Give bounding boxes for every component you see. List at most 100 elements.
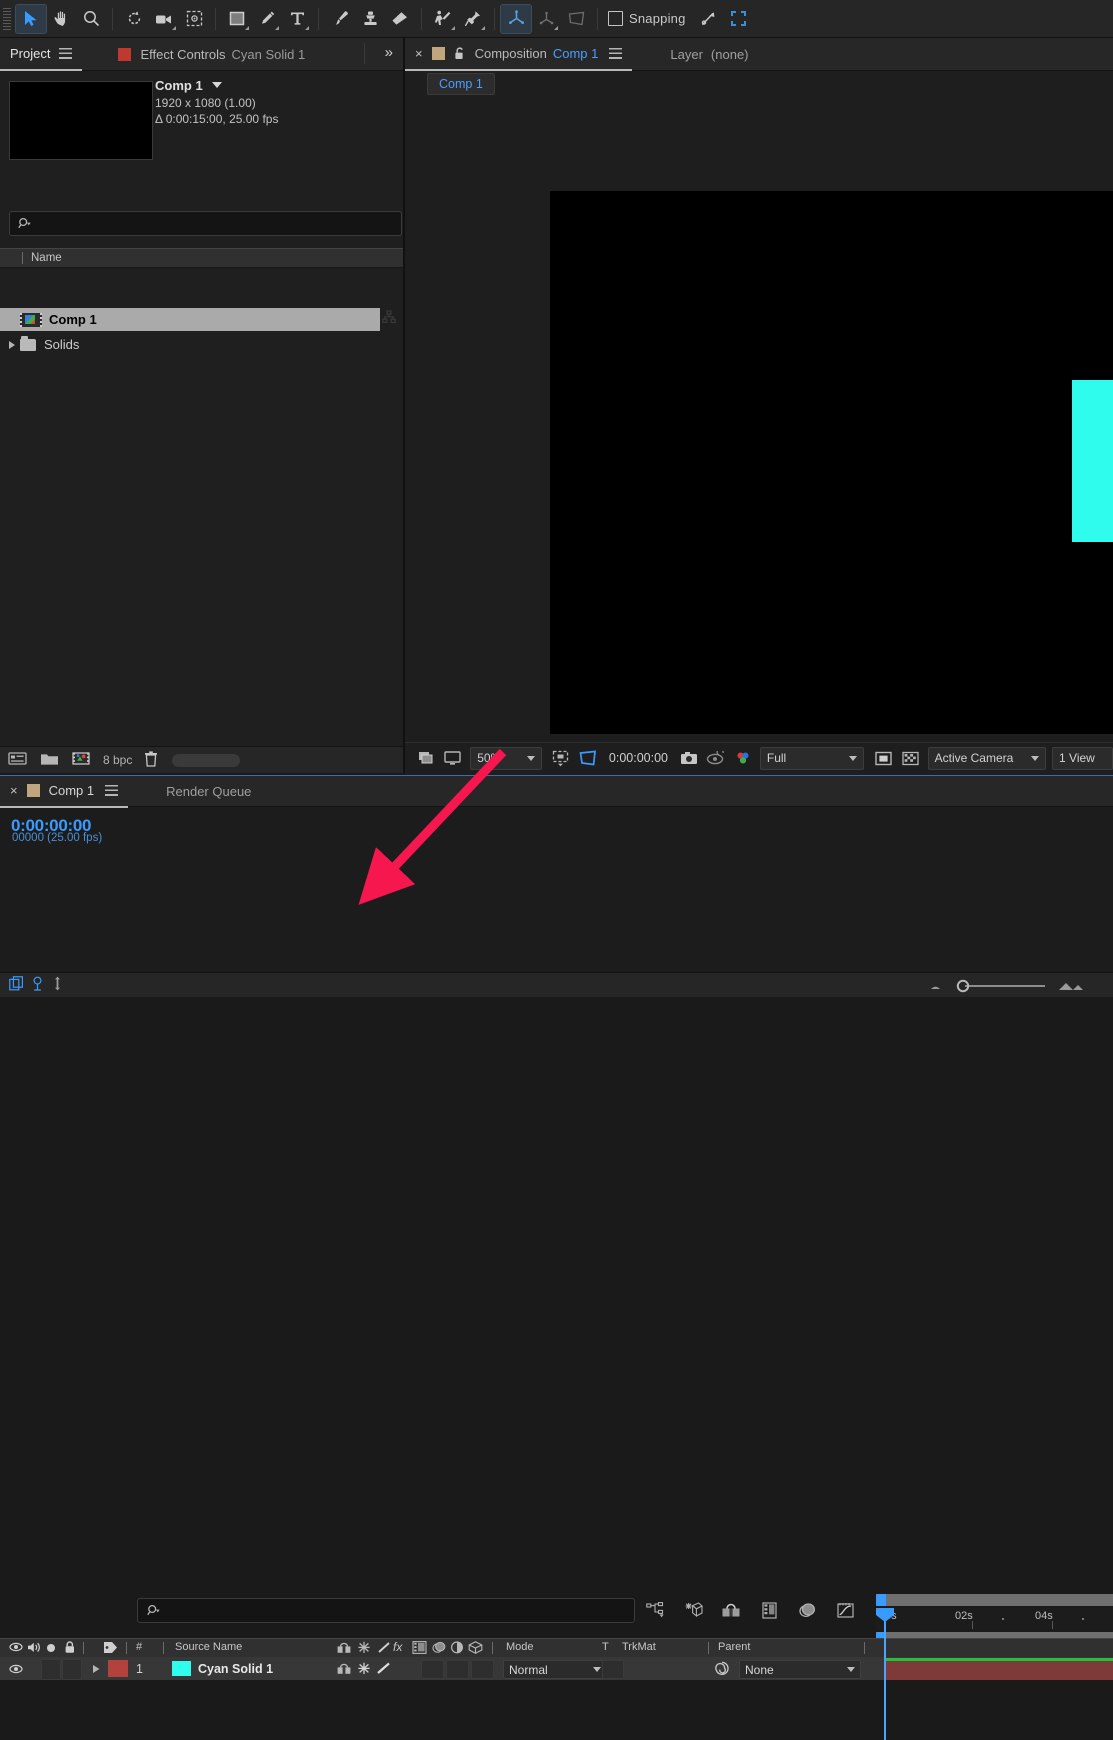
layer-disclosure-triangle-icon[interactable] [92, 1657, 101, 1680]
hand-tool[interactable] [46, 5, 76, 33]
snapping-checkbox[interactable] [608, 11, 623, 26]
timeline-playhead[interactable] [884, 1608, 886, 1740]
toolbar-grip[interactable] [3, 7, 11, 30]
graph-editor-toggle-icon[interactable] [51, 976, 64, 994]
show-channel-icon[interactable] [731, 746, 754, 770]
timeline-playhead-handle[interactable] [875, 1608, 895, 1622]
layer-shy-switch[interactable] [337, 1657, 351, 1680]
tab-composition[interactable]: × Composition Comp 1 [405, 38, 633, 71]
chevron-down-icon[interactable] [212, 82, 223, 88]
main-viewer-icon[interactable] [442, 746, 465, 770]
work-area-bar-top[interactable] [876, 1594, 1113, 1606]
list-item[interactable]: Solids [0, 333, 380, 356]
brush-tool[interactable] [325, 5, 355, 33]
layer-mode-select[interactable]: Normal [503, 1660, 607, 1679]
new-composition-icon[interactable] [8, 751, 28, 769]
parent-pickwhip-icon[interactable] [714, 1657, 730, 1680]
lock-icon[interactable] [454, 47, 466, 59]
pen-tool[interactable] [252, 5, 282, 33]
type-tool[interactable] [282, 5, 312, 33]
new-comp-item-icon[interactable] [71, 751, 91, 769]
cyan-solid-layer-render[interactable] [1072, 380, 1113, 542]
selection-tool[interactable] [15, 3, 47, 34]
camera-tool[interactable] [149, 5, 179, 33]
item-name-row[interactable]: Comp 1 [155, 78, 278, 93]
clone-stamp-tool[interactable] [355, 5, 385, 33]
snap-arrow-icon[interactable] [694, 5, 724, 33]
layer-trkmat-t-switch[interactable] [602, 1660, 624, 1679]
composition-canvas[interactable] [550, 191, 1113, 734]
disclosure-triangle-icon[interactable] [9, 340, 15, 349]
draft-3d-icon[interactable] [674, 1597, 712, 1623]
world-axis-mode-icon[interactable] [531, 5, 561, 33]
snap-corners-icon[interactable] [724, 5, 754, 33]
pan-behind-tool[interactable] [179, 5, 209, 33]
camera-view-select[interactable]: Active Camera [927, 746, 1047, 770]
tab-render-queue[interactable]: Render Queue [166, 784, 251, 799]
layer-solo-switch[interactable] [62, 1659, 82, 1680]
resolution-select[interactable]: Full [759, 746, 865, 770]
zoom-tool[interactable] [76, 5, 106, 33]
close-icon[interactable]: × [415, 46, 423, 61]
new-folder-icon[interactable] [40, 751, 59, 769]
layer-audio-switch[interactable] [41, 1659, 61, 1680]
layer-quality-switch[interactable] [375, 1657, 393, 1680]
tab-effect-controls-label: Effect Controls [140, 46, 226, 62]
enable-motion-blur-icon[interactable] [788, 1597, 826, 1623]
close-icon[interactable]: × [10, 783, 18, 798]
layer-duration-bar[interactable] [886, 1661, 1113, 1680]
graph-editor-icon[interactable] [826, 1597, 864, 1623]
view-axis-mode-icon[interactable] [561, 5, 591, 33]
panel-overflow-icon[interactable]: » [385, 45, 393, 60]
composition-viewer[interactable] [405, 108, 1113, 780]
timeline-search-input[interactable] [137, 1598, 635, 1623]
shape-tool[interactable] [222, 5, 252, 33]
project-search-input[interactable] [9, 211, 402, 236]
layer-label-color[interactable] [108, 1660, 128, 1677]
puppet-pin-tool[interactable] [458, 5, 488, 33]
show-snapshot-icon[interactable] [705, 746, 728, 770]
layer-source-name[interactable]: Cyan Solid 1 [198, 1657, 273, 1680]
layer-collapse-transformations-switch[interactable] [357, 1657, 371, 1680]
breadcrumb-comp-1[interactable]: Comp 1 [427, 73, 495, 95]
hide-shy-layers-icon[interactable] [712, 1597, 750, 1623]
item-name: Comp 1 [155, 78, 203, 93]
show-project-flowchart-icon[interactable] [382, 310, 396, 327]
layer-motion-blur-switch[interactable] [471, 1660, 494, 1679]
toggle-mask-overlay-icon[interactable] [872, 746, 895, 770]
toggle-transparency-grid-icon[interactable] [899, 746, 922, 770]
take-snapshot-icon[interactable] [678, 746, 701, 770]
roto-brush-tool[interactable] [428, 5, 458, 33]
timeline-ruler[interactable]: 0s 02s 04s [876, 1608, 1113, 1630]
bit-depth-label[interactable]: 8 bpc [103, 753, 132, 767]
region-of-interest-icon[interactable] [576, 746, 599, 770]
project-footer-pill[interactable] [172, 753, 241, 767]
work-area-start-handle[interactable] [876, 1594, 886, 1606]
delete-icon[interactable] [144, 750, 158, 770]
comp-render-toggle-icon[interactable] [30, 976, 45, 994]
tab-effect-controls[interactable]: Effect Controls Cyan Solid 1 [108, 39, 315, 70]
layer-video-switch[interactable] [9, 1657, 23, 1680]
panel-menu-icon[interactable] [105, 784, 119, 796]
choose-grid-guides-icon[interactable] [550, 746, 573, 770]
magnification-select[interactable]: 50% [470, 746, 542, 770]
panel-menu-icon[interactable] [609, 47, 623, 59]
composition-mini-flowchart-icon[interactable] [636, 1597, 674, 1623]
snapping-toggle[interactable]: Snapping [608, 11, 686, 26]
enable-frame-blending-icon[interactable] [750, 1597, 788, 1623]
layer-parent-select[interactable]: None [739, 1660, 861, 1679]
current-time-display[interactable]: 0:00:00:00 [609, 751, 668, 765]
panel-menu-icon[interactable] [59, 47, 73, 59]
rotation-tool[interactable] [119, 5, 149, 33]
toggle-switches-modes-icon[interactable] [9, 976, 24, 994]
view-layout-select[interactable]: 1 View [1052, 746, 1113, 770]
layer-frame-blending-switch[interactable] [446, 1660, 469, 1679]
layer-fx-switch[interactable] [421, 1660, 444, 1679]
eraser-tool[interactable] [385, 5, 415, 33]
local-axis-mode-icon[interactable] [500, 3, 532, 34]
timeline-zoom-slider[interactable] [927, 979, 1095, 993]
always-preview-this-view-icon[interactable] [415, 746, 438, 770]
tab-project[interactable]: Project [0, 38, 83, 71]
list-item[interactable]: Comp 1 [0, 308, 380, 331]
tab-comp-1[interactable]: × Comp 1 [0, 775, 129, 808]
